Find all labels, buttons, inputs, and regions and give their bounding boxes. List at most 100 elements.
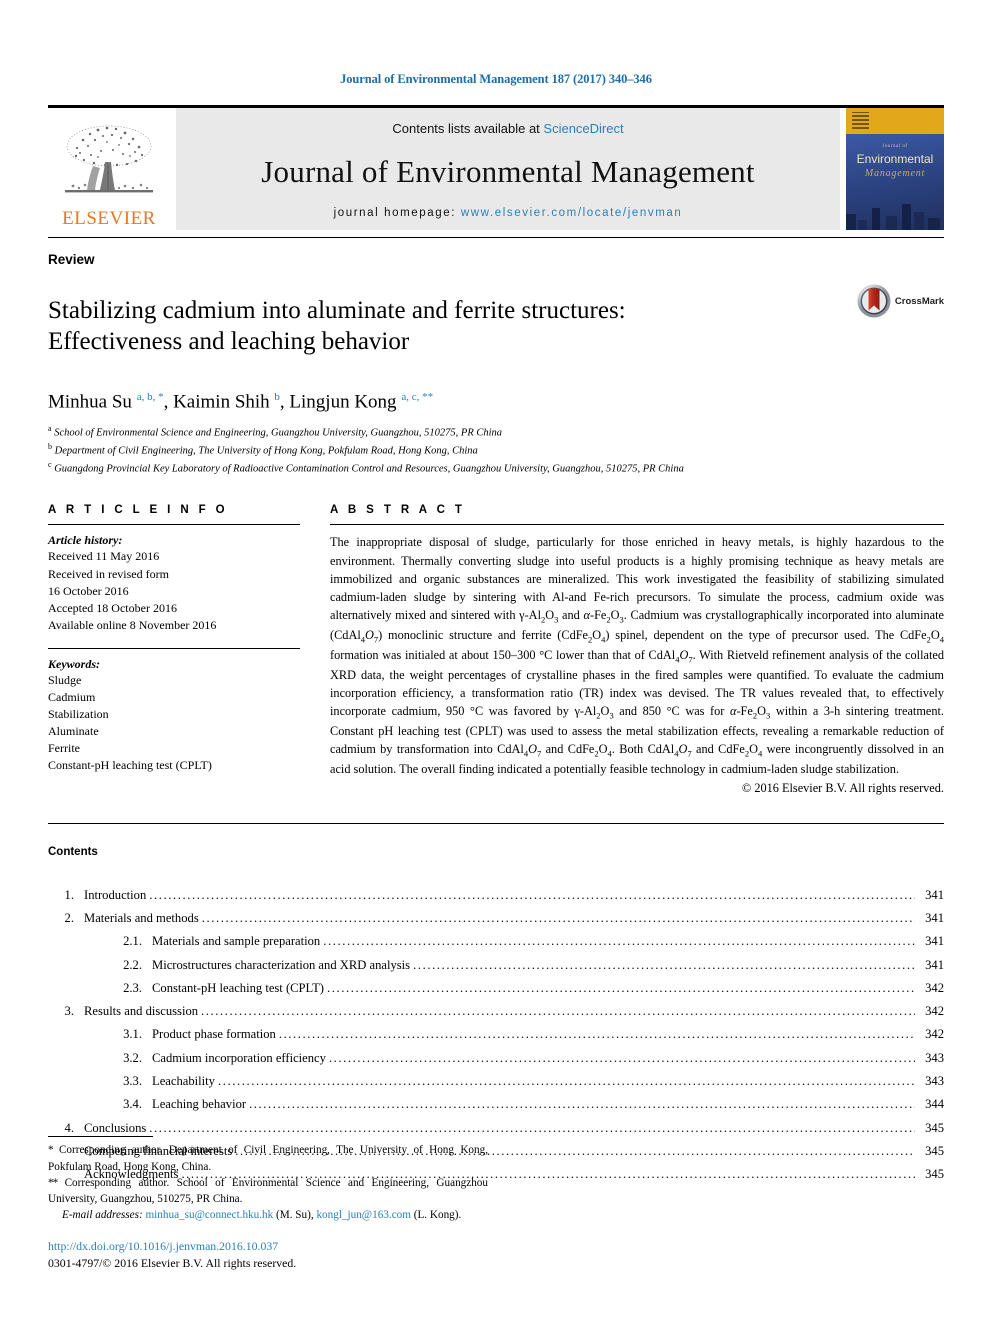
keyword-item: Aluminate [48,723,99,738]
keyword-item: Ferrite [48,740,80,755]
toc-row[interactable]: 3.4. Leaching behavior...................… [48,1093,944,1116]
toc-dot-leader: ........................................… [249,1097,915,1112]
journal-homepage-line: journal homepage: www.elsevier.com/locat… [334,207,683,219]
toc-label[interactable]: Materials and methods [84,907,199,930]
crossmark-badge[interactable]: CrossMark [857,284,944,318]
affiliation-text-c: Guangdong Provincial Key Laboratory of R… [54,463,684,475]
keywords-divider [48,647,300,649]
affiliation-c: c Guangdong Provincial Key Laboratory of… [48,459,944,477]
toc-label[interactable]: Product phase formation [152,1023,276,1046]
toc-page-number: 342 [925,1004,944,1019]
keywords-title: Keywords: [48,656,100,671]
cover-journal-of: Journal of [882,144,908,149]
elsevier-tree-icon [65,125,153,193]
doi-link[interactable]: http://dx.doi.org/10.1016/j.jenvman.2016… [48,1239,488,1254]
toc-dot-leader: ........................................… [201,910,915,925]
footnote-rule [48,1136,153,1138]
abstract-text: The inappropriate disposal of sludge, pa… [330,535,945,776]
contents-available-prefix: Contents lists available at [392,121,544,136]
toc-label[interactable]: Results and discussion [84,1000,198,1023]
crossmark-icon [857,284,891,318]
toc-row[interactable]: 2. Materials and methods.................… [48,907,944,930]
abstract-copyright: © 2016 Elsevier B.V. All rights reserved… [741,780,944,795]
toc-dot-leader: ........................................… [217,1074,915,1089]
affiliation-text-a: School of Environmental Science and Engi… [54,427,503,439]
elsevier-logo: ELSEVIER [48,108,170,230]
history-line: Received in revised form [48,566,169,581]
toc-number: 3. [64,1004,74,1019]
article-info-rule: Article history: Received 11 May 2016 Re… [48,524,300,633]
elsevier-wordmark: ELSEVIER [62,208,156,229]
article-first-page: Journal of Environmental Management 187 … [0,0,992,1323]
sciencedirect-link[interactable]: ScienceDirect [543,121,623,136]
contents-available-line: Contents lists available at ScienceDirec… [392,121,623,136]
cover-title-line1: Environmental [856,152,934,166]
affiliation-marker-c: c [48,459,52,469]
abstract-column: A B S T R A C T The inappropriate dispos… [330,504,944,795]
masthead-center: Contents lists available at ScienceDirec… [176,108,840,230]
journal-homepage-link[interactable]: www.elsevier.com/locate/jenvman [461,207,683,219]
toc-number: 3.1. [123,1027,142,1042]
toc-page-number: 343 [925,1050,944,1065]
toc-label[interactable]: Leaching behavior [152,1093,246,1116]
cover-title-line2: Management [864,168,926,179]
toc-dot-leader: ........................................… [149,887,915,902]
journal-cover-thumbnail: Journal of Environmental Management [846,108,944,230]
page-title: Stabilizing cadmium into aluminate and f… [48,295,857,358]
toc-row[interactable]: 2.2. Microstructures characterization and… [48,954,944,977]
toc-page-number: 341 [925,957,944,972]
toc-dot-leader: ........................................… [278,1027,915,1042]
article-type: Review [48,252,95,267]
toc-page-number: 345 [925,1120,944,1135]
toc-label[interactable]: Cadmium incorporation efficiency [152,1047,326,1070]
title-line-2: Effectiveness and leaching behavior [48,328,410,355]
toc-dot-leader: ........................................… [323,934,915,949]
footnote-area: * Corresponding author. Department of Ci… [48,1136,488,1271]
history-line: Accepted 18 October 2016 [48,600,177,615]
keyword-item: Sludge [48,672,82,687]
affiliation-list: a School of Environmental Science and En… [48,423,944,476]
toc-page-number: 344 [925,1097,944,1112]
toc-row[interactable]: 3.2. Cadmium incorporation efficiency....… [48,1047,944,1070]
history-line: Available online 8 November 2016 [48,617,217,632]
toc-label[interactable]: Materials and sample preparation [152,930,320,953]
crossmark-label: CrossMark [894,295,944,307]
keyword-item: Cadmium [48,689,96,704]
toc-number: 3.4. [123,1097,142,1112]
history-line: 16 October 2016 [48,583,129,598]
toc-page-number: 342 [925,980,944,995]
toc-label[interactable]: Introduction [84,884,146,907]
toc-label[interactable]: Microstructures characterization and XRD… [152,954,410,977]
toc-page-number: 345 [925,1167,944,1182]
toc-page-number: 345 [925,1143,944,1158]
toc-label[interactable]: Constant-pH leaching test (CPLT) [152,977,324,1000]
toc-dot-leader: ........................................… [326,980,915,995]
affiliation-marker-a: a [48,424,52,434]
toc-row[interactable]: 2.1. Materials and sample preparation....… [48,930,944,953]
title-line-1: Stabilizing cadmium into aluminate and f… [48,296,626,324]
abstract-heading: A B S T R A C T [330,504,466,517]
affiliation-marker-b: b [48,442,52,452]
toc-page-number: 343 [925,1074,944,1089]
toc-number: 3.2. [123,1050,142,1065]
toc-row[interactable]: 1. Introduction..........................… [48,884,944,907]
toc-row[interactable]: 3. Results and discussion................… [48,1000,944,1023]
running-head: Journal of Environmental Management 187 … [340,72,652,86]
toc-row[interactable]: 3.3. Leachability........................… [48,1070,944,1093]
toc-row[interactable]: 3.1. Product phase formation.............… [48,1023,944,1046]
cover-skyline-graphic [846,204,940,230]
toc-row[interactable]: 2.3. Constant-pH leaching test (CPLT)....… [48,977,944,1000]
toc-page-number: 341 [925,887,944,902]
abstract-rule: The inappropriate disposal of sludge, pa… [330,524,944,795]
affiliation-a: a School of Environmental Science and En… [48,423,944,441]
toc-number: 2.3. [123,980,142,995]
toc-page-number: 341 [925,910,944,925]
toc-number: 2.2. [123,957,142,972]
keyword-item: Stabilization [48,706,109,721]
toc-number: 3.3. [123,1074,142,1089]
contents-heading: Contents [48,845,98,858]
info-abstract-section: A R T I C L E I N F O Article history: R… [48,504,944,795]
article-history-title: Article history: [48,533,123,548]
toc-dot-leader: ........................................… [413,957,915,972]
toc-label[interactable]: Leachability [152,1070,215,1093]
